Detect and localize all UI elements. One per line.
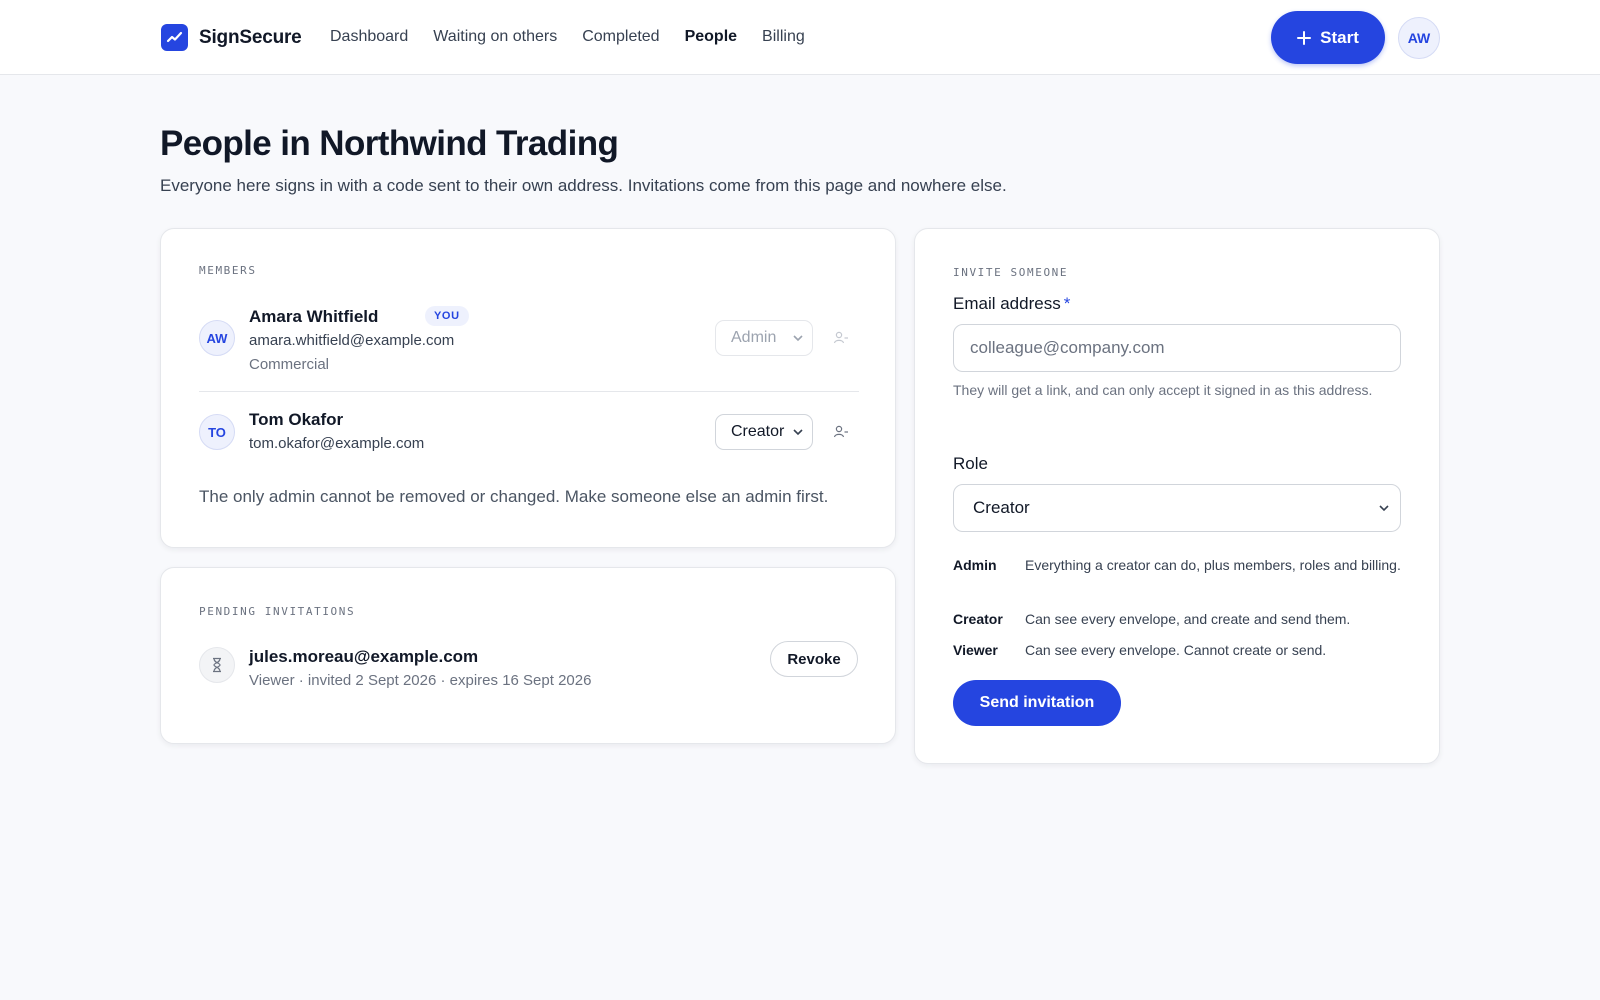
page-subtitle: Everyone here signs in with a code sent … [160,176,1007,195]
invite-heading: INVITE SOMEONE [953,266,1069,279]
role-desc-text: Can see every envelope, and create and s… [1025,611,1351,627]
member-divider [199,391,859,392]
role-label: Role [953,454,988,473]
pending-invitations-card: PENDING INVITATIONS jules.moreau@example… [160,567,896,744]
nav-billing[interactable]: Billing [762,26,805,48]
role-desc-text: Can see every envelope. Cannot create or… [1025,642,1327,658]
pending-heading: PENDING INVITATIONS [199,605,356,618]
pending-meta: Viewer · invited 2 Sept 2026 · expires 1… [249,672,592,689]
required-mark: * [1063,294,1071,313]
member-row: TO Tom Okafor tom.okafor@example.com Cre… [199,410,859,460]
members-card: MEMBERS AW Amara Whitfield YOU amara.whi… [160,228,896,548]
chevron-down-icon [793,429,803,436]
start-button[interactable]: Start [1271,11,1385,64]
role-name: Viewer [953,642,998,658]
invite-card: INVITE SOMEONE Email address* They will … [914,228,1440,764]
role-description-admin: Admin Everything a creator can do, plus m… [953,554,1403,576]
invite-role-select[interactable]: Creator [953,484,1401,532]
role-select-value: Creator [731,423,785,440]
chevron-down-icon [1379,505,1389,512]
member-email: tom.okafor@example.com [249,435,425,452]
chevron-down-icon [793,335,803,342]
main-nav: Dashboard Waiting on others Completed Pe… [330,26,830,48]
invite-role-value: Creator [973,498,1030,517]
email-hint: They will get a link, and can only accep… [953,382,1373,398]
plus-icon [1297,30,1312,45]
hourglass-icon [199,647,235,683]
revoke-button[interactable]: Revoke [770,641,858,677]
nav-waiting-on-others[interactable]: Waiting on others [433,26,557,48]
nav-completed[interactable]: Completed [582,26,659,48]
remove-member-icon [833,331,848,344]
admin-note: The only admin cannot be removed or chan… [199,487,829,506]
member-row: AW Amara Whitfield YOU amara.whitfield@e… [199,306,859,376]
members-heading: MEMBERS [199,264,257,277]
avatar: TO [199,414,235,450]
send-invitation-button[interactable]: Send invitation [953,680,1121,726]
role-description-viewer: Viewer Can see every envelope. Cannot cre… [953,639,1403,661]
role-name: Admin [953,557,997,573]
member-name: Tom Okafor [249,410,344,429]
you-badge: YOU [425,306,469,326]
role-select-value: Admin [731,329,777,346]
top-navigation-bar: SignSecure Dashboard Waiting on others C… [0,0,1600,75]
pending-email: jules.moreau@example.com [249,647,479,666]
role-select-disabled: Admin [715,320,813,356]
page-title: People in Northwind Trading [160,124,619,163]
remove-member-icon[interactable] [833,424,849,440]
nav-people[interactable]: People [685,26,737,48]
member-team: Commercial [249,356,330,373]
role-description-creator: Creator Can see every envelope, and creat… [953,608,1403,630]
role-desc-text: Everything a creator can do, plus member… [1025,557,1401,573]
email-label-text: Email address [953,294,1061,313]
email-label: Email address * [953,294,1070,314]
pending-row: jules.moreau@example.com Viewer · invite… [199,641,859,689]
signsecure-logo-icon [161,24,188,51]
app-name: SignSecure [199,26,302,48]
member-email: amara.whitfield@example.com [249,332,455,349]
role-name: Creator [953,611,1003,627]
email-field[interactable] [953,324,1401,372]
avatar: AW [199,320,235,356]
start-button-label: Start [1320,27,1359,47]
brand[interactable]: SignSecure [161,24,302,51]
nav-dashboard[interactable]: Dashboard [330,26,408,48]
member-name: Amara Whitfield [249,307,379,326]
account-avatar[interactable]: AW [1398,17,1440,59]
role-select[interactable]: Creator [715,414,813,450]
